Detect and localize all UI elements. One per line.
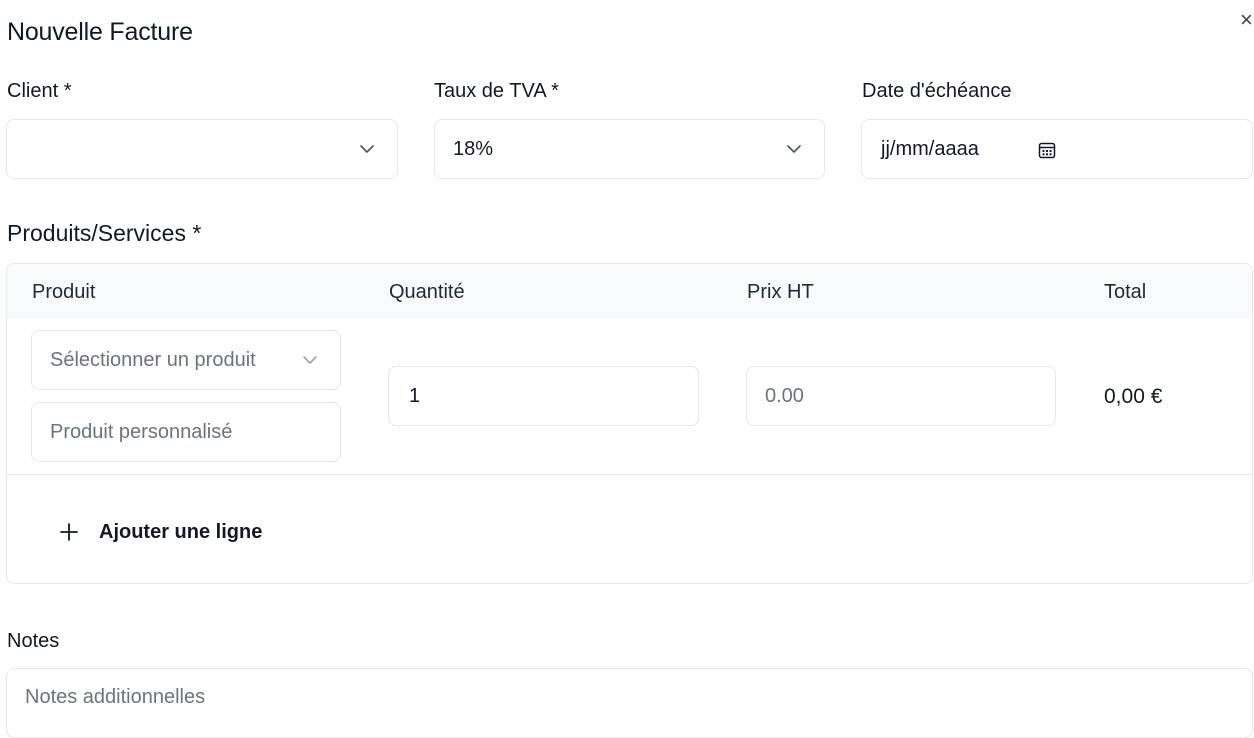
column-header-prix-ht: Prix HT	[747, 281, 814, 303]
close-icon[interactable]: ×	[1240, 8, 1254, 32]
quantity-input[interactable]: 1	[388, 366, 699, 426]
quantity-value: 1	[409, 384, 421, 407]
custom-product-placeholder: Produit personnalisé	[50, 420, 233, 443]
product-select-placeholder: Sélectionner un produit	[50, 348, 256, 371]
chevron-down-icon	[303, 356, 317, 364]
column-header-quantite: Quantité	[389, 281, 465, 303]
tva-select[interactable]: 18%	[434, 119, 825, 179]
client-select[interactable]	[6, 119, 398, 179]
column-header-produit: Produit	[32, 281, 96, 303]
due-date-input[interactable]: jj/mm/aaaa	[861, 119, 1253, 179]
client-label: Client *	[7, 80, 72, 102]
calendar-icon[interactable]	[1037, 140, 1057, 160]
add-line-button[interactable]: Ajouter une ligne	[55, 514, 262, 550]
column-header-total: Total	[1104, 281, 1147, 303]
tva-value: 18%	[453, 137, 494, 160]
add-line-label: Ajouter une ligne	[99, 520, 263, 543]
products-table: Produit Quantité Prix HT Total Sélection…	[6, 263, 1253, 584]
tva-label: Taux de TVA *	[434, 80, 559, 102]
dialog-title: Nouvelle Facture	[7, 18, 193, 46]
notes-label: Notes	[7, 630, 60, 652]
chevron-down-icon	[360, 145, 374, 153]
price-placeholder: 0.00	[765, 384, 804, 407]
custom-product-input[interactable]: Produit personnalisé	[31, 402, 341, 462]
due-date-placeholder: jj/mm/aaaa	[881, 137, 979, 160]
plus-icon	[60, 523, 78, 541]
price-input[interactable]: 0.00	[746, 366, 1056, 426]
row-total: 0,00 €	[1104, 385, 1163, 408]
products-section-title: Produits/Services *	[7, 220, 202, 246]
notes-textarea[interactable]: Notes additionnelles	[6, 668, 1253, 738]
table-header: Produit Quantité Prix HT Total	[7, 264, 1252, 319]
product-select[interactable]: Sélectionner un produit	[31, 330, 341, 390]
notes-placeholder: Notes additionnelles	[25, 686, 206, 708]
due-date-label: Date d'échéance	[862, 80, 1012, 102]
row-divider	[7, 474, 1252, 475]
chevron-down-icon	[787, 145, 801, 153]
